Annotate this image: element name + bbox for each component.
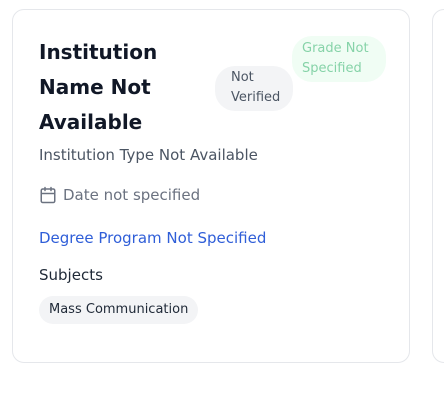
calendar-icon (40, 186, 56, 204)
education-card: Institution Name Not Available Not Verif… (12, 9, 410, 363)
subjects-label: Subjects (39, 266, 103, 284)
institution-name: Institution Name Not Available (39, 40, 158, 134)
date-text: Date not specified (63, 186, 201, 204)
next-card-edge (432, 9, 444, 363)
institution-type: Institution Type Not Available (39, 146, 258, 164)
page: Institution Name Not Available Not Verif… (0, 0, 444, 400)
verification-badge: Not Verified (215, 66, 293, 111)
grade-badge: Grade Not Specified (292, 36, 386, 82)
degree-program-link[interactable]: Degree Program Not Specified (39, 229, 266, 247)
subject-chip: Mass Communication (39, 296, 199, 324)
date-row: Date not specified (39, 186, 200, 204)
